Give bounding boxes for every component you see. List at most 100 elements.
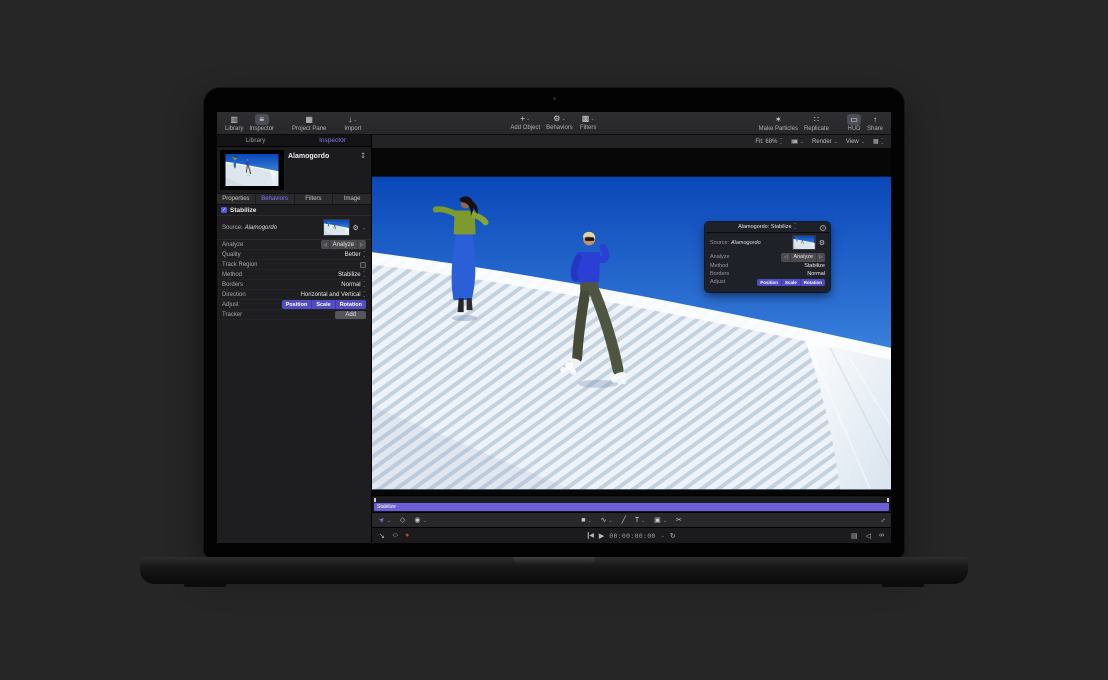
hud-source-value: Alamogordo <box>731 240 761 246</box>
tab-filters[interactable]: Filters <box>295 194 334 204</box>
behavior-enabled-checkbox[interactable]: ✓ <box>221 207 227 213</box>
adjust-rotation-button[interactable]: Rotation <box>336 300 366 309</box>
channels-popup[interactable]: ⌄ <box>791 139 804 145</box>
tab-image[interactable]: Image <box>333 194 371 204</box>
direction-row: Direction Horizontal and Vertical ⌃⌄ <box>217 290 371 300</box>
hud-button[interactable]: ▭ HUD <box>847 114 861 132</box>
replicate-icon: ∷ <box>809 114 823 125</box>
cursor-icon: ➤ <box>377 515 387 525</box>
snap-icon[interactable]: ↘ <box>379 532 385 540</box>
adjust-position-button[interactable]: Position <box>282 300 313 309</box>
project-pane-button[interactable]: ▦ Project Pane <box>292 114 326 132</box>
add-object-button[interactable]: +⌄ Add Object <box>510 113 540 131</box>
filters-button[interactable]: ▩⌄ Filters <box>579 113 598 131</box>
chevron-down-icon: ⌄ <box>587 518 591 524</box>
source-thumbnail[interactable] <box>323 219 350 236</box>
canvas-viewport[interactable]: Alamogordo: Stabilize ⌃⌄ i Source: Alamo… <box>372 149 891 495</box>
tab-library[interactable]: Library <box>217 135 294 146</box>
track-region-checkbox[interactable] <box>360 262 366 268</box>
stepper-icon: ⌃⌄ <box>363 292 366 297</box>
zoom-level-popup[interactable]: Fit: 68% ⌃⌄ <box>755 139 782 145</box>
tab-properties[interactable]: Properties <box>217 194 256 204</box>
app-toolbar: ▥ Library ≡ Inspector ▦ Project Pane ↓⌄ <box>217 112 891 135</box>
record-button[interactable]: ● <box>405 532 409 539</box>
hud-adjust-scale-button[interactable]: Scale <box>782 279 801 286</box>
line-tool-button[interactable]: ╱ <box>622 516 626 524</box>
loop-button[interactable]: ↻ <box>670 532 676 540</box>
chevron-down-icon[interactable]: ⌄ <box>362 225 366 231</box>
library-button[interactable]: ▥ Library <box>225 114 243 132</box>
toolbar-left-group: ▥ Library ≡ Inspector ▦ Project Pane ↓⌄ <box>222 114 364 132</box>
add-object-icon: +⌄ <box>517 113 533 124</box>
hud-source-thumbnail[interactable] <box>792 235 816 250</box>
stabilize-behavior-bar[interactable]: Stabilize <box>374 503 889 511</box>
select-tool-button[interactable]: ➤ ⌄ <box>379 516 391 524</box>
hud-adjust-rotation-button[interactable]: Rotation <box>801 279 825 286</box>
media-title: Alamogordo <box>288 153 329 190</box>
image-mask-tool-button[interactable]: ▣ ⌄ <box>654 516 667 524</box>
play-button[interactable]: ▶ <box>599 532 604 540</box>
hud-borders-value[interactable]: Normal <box>807 271 825 277</box>
transform-tool-button[interactable]: ◇ <box>400 516 405 524</box>
mask-tool-button[interactable]: ◉ ⌄ <box>414 516 426 524</box>
render-popup[interactable]: Render ⌄ <box>812 139 838 145</box>
make-particles-button[interactable]: ✶ Make Particles <box>759 114 798 132</box>
tab-inspector[interactable]: Inspector <box>294 135 371 146</box>
behaviors-label: Behaviors <box>546 125 573 131</box>
quality-popup[interactable]: Better ⌃⌄ <box>345 252 366 258</box>
keyframe-editor-toggle-button[interactable]: ∞ <box>879 532 884 539</box>
hud-adjust-position-button[interactable]: Position <box>757 279 782 286</box>
inspector-button[interactable]: ≡ Inspector <box>249 114 274 132</box>
direction-popup[interactable]: Horizontal and Vertical ⌃⌄ <box>301 292 366 298</box>
quality-label: Quality <box>222 252 241 258</box>
resize-handle-icon[interactable]: ↕ <box>879 516 886 523</box>
analyze-back-button[interactable]: ◁ <box>321 240 330 249</box>
audio-toggle-button[interactable]: ◁ <box>866 532 871 540</box>
hud-panel[interactable]: Alamogordo: Stabilize ⌃⌄ i Source: Alamo… <box>705 222 830 292</box>
pin-icon[interactable]: ↧ <box>360 152 366 160</box>
borders-popup[interactable]: Normal ⌃⌄ <box>341 282 366 288</box>
hud-borders-label: Borders <box>710 271 729 277</box>
import-button[interactable]: ↓⌄ Import <box>344 114 361 132</box>
share-label: Share <box>867 126 883 132</box>
panel-tab-bar: Library Inspector <box>217 135 371 147</box>
inspector-tab-bar: Properties Behaviors Filters Image <box>217 193 371 205</box>
canvas-column: Fit: 68% ⌃⌄ ⌄ Render ⌄ View ⌄ <box>372 135 891 543</box>
method-popup[interactable]: Stabilize ⌃⌄ <box>338 272 366 278</box>
bezier-tool-button[interactable]: ∿ ⌄ <box>601 516 613 524</box>
view-popup[interactable]: View ⌄ <box>846 139 865 145</box>
share-button[interactable]: ↑ Share <box>867 114 883 132</box>
timecode-display[interactable]: 00:00:00:00 <box>609 532 655 540</box>
chevron-down-icon: ⌄ <box>422 518 426 524</box>
timeline-toggle-button[interactable]: ▤ <box>851 532 858 540</box>
source-gear-icon[interactable]: ⚙ <box>353 224 359 232</box>
hud-analyze-back-button[interactable]: ◁ <box>781 253 790 262</box>
chevron-down-icon: ⌄ <box>834 139 838 145</box>
chevron-down-icon: ⌄ <box>561 114 565 124</box>
hud-analyze-forward-button[interactable]: ▷ <box>817 253 825 262</box>
tab-behaviors[interactable]: Behaviors <box>256 194 295 204</box>
replicate-button[interactable]: ∷ Replicate <box>804 114 829 132</box>
hud-title-bar[interactable]: Alamogordo: Stabilize ⌃⌄ i <box>705 222 830 233</box>
text-tool-button[interactable]: T ⌄ <box>635 517 645 524</box>
chevron-down-icon: ⌄ <box>641 518 645 524</box>
behaviors-button[interactable]: ⚙⌄ Behaviors <box>546 113 573 131</box>
tracker-row: Tracker Add <box>217 310 371 320</box>
media-thumbnail[interactable] <box>220 150 284 190</box>
analyze-control: ◁ Analyze ▷ <box>321 240 366 249</box>
info-icon[interactable]: i <box>820 225 826 231</box>
stepper-icon: ⌃⌄ <box>794 224 797 229</box>
hud-gear-icon[interactable]: ⚙ <box>819 239 825 247</box>
previous-frame-button[interactable]: ◀ <box>587 532 594 539</box>
chevron-down-icon[interactable]: ⌄ <box>661 533 665 539</box>
hud-method-value[interactable]: Stabilize <box>804 263 825 269</box>
tracker-add-button[interactable]: Add <box>335 311 366 319</box>
rectangle-tool-button[interactable]: ■ ⌄ <box>581 517 591 524</box>
region-icon[interactable]: ○ <box>392 532 398 539</box>
layout-popup[interactable]: ▦ ⌃⌄ <box>873 138 884 145</box>
analyze-forward-button[interactable]: ▷ <box>358 240 366 249</box>
analyze-button[interactable]: Analyze <box>330 240 357 249</box>
adjust-scale-button[interactable]: Scale <box>312 300 335 309</box>
cut-tool-button[interactable]: ✂ <box>676 516 682 524</box>
hud-analyze-button[interactable]: Analyze <box>791 253 817 262</box>
